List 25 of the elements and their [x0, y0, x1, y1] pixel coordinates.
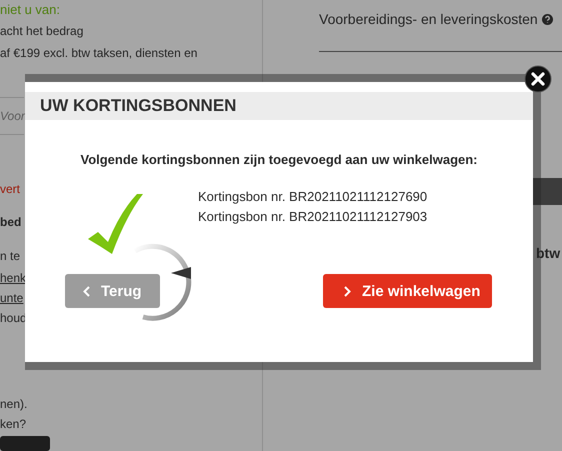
coupon-code: Kortingsbon nr. BR20211021112127903: [198, 208, 428, 226]
alert-text: vert: [0, 181, 20, 198]
section-heading: bed: [0, 214, 22, 231]
link[interactable]: henk: [0, 268, 26, 288]
back-button[interactable]: Terug: [65, 274, 160, 308]
text-line: n te: [0, 248, 20, 265]
checkmark-icon: [88, 194, 143, 254]
coupon-code: Kortingsbon nr. BR20211021112127690: [198, 188, 428, 206]
help-icon[interactable]: [542, 14, 553, 24]
close-icon[interactable]: [524, 65, 552, 93]
text-line: af €199 excl. btw taksen, diensten en: [0, 45, 198, 62]
link[interactable]: unte: [0, 288, 24, 308]
chevron-right-icon: [344, 286, 351, 296]
text-line: nen).: [0, 396, 28, 413]
text-line: acht het bedrag: [0, 23, 84, 40]
message-text: Volgende kortingsbonnen zijn toegevoegd aan uw winkelwagen:: [80, 152, 478, 167]
input-field[interactable]: Voor: [0, 97, 24, 135]
cart-button[interactable]: Zie winkelwagen: [323, 274, 492, 308]
shipping-label: Voorbereidings- en leveringskosten: [319, 11, 538, 27]
chevron-left-icon: [83, 286, 90, 296]
section-bar: [533, 178, 562, 205]
text-line: ken?: [0, 416, 26, 433]
section-heading: niet u van:: [0, 1, 60, 19]
dialog-title: UW KORTINGSBONNEN: [25, 92, 533, 120]
text-line: btw: [536, 244, 560, 263]
